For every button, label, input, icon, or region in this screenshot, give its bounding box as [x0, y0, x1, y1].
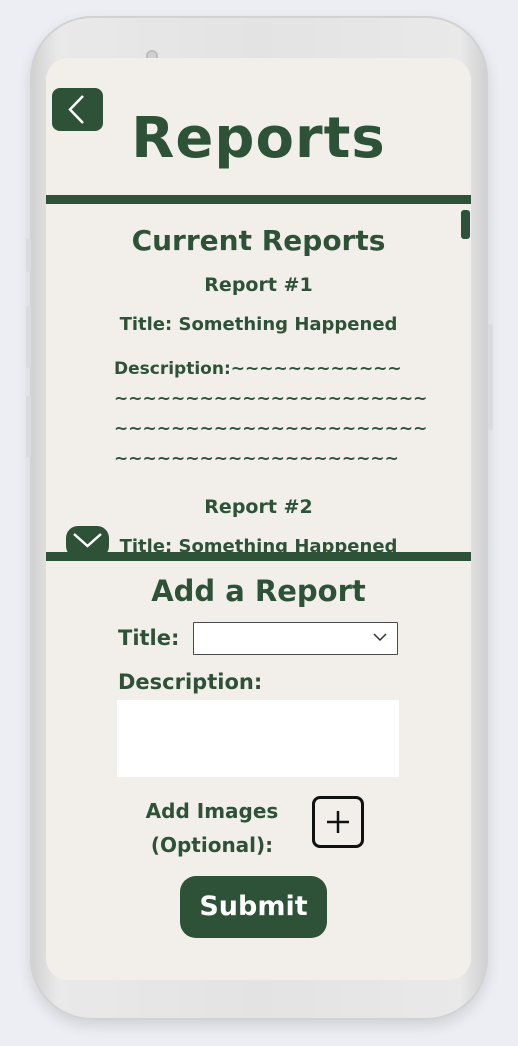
phone-volume-up — [26, 306, 31, 368]
add-image-button[interactable] — [312, 796, 364, 848]
phone-power-button — [488, 324, 493, 430]
description-label: Description: — [118, 670, 263, 694]
add-images-label-line2: (Optional): — [150, 833, 274, 857]
report-number: Report #2 — [204, 496, 313, 518]
report-title: Title: Something Happened — [119, 536, 398, 552]
title-label: Title: — [118, 626, 180, 650]
app-screen: Reports Current Reports Report #1 Title:… — [46, 58, 471, 980]
header-divider — [46, 195, 471, 204]
add-images-label-line1: Add Images — [145, 799, 279, 823]
current-reports-list[interactable]: Current Reports Report #1 Title: Somethi… — [46, 204, 471, 552]
section-divider — [46, 552, 471, 561]
report-description: Description:~~~~~~~~~~~~ ~~~~~~~~~~~~~~~… — [114, 359, 428, 469]
current-reports-heading: Current Reports — [131, 224, 386, 257]
page-title: Reports — [131, 106, 386, 171]
description-input[interactable] — [117, 700, 399, 777]
phone-volume-down — [26, 396, 31, 458]
reports-scrollbar[interactable] — [461, 210, 470, 239]
report-title: Title: Something Happened — [119, 314, 398, 335]
title-select[interactable] — [193, 622, 398, 655]
add-images-label: Add Images (Optional): — [142, 794, 282, 862]
phone-side-button — [26, 238, 31, 272]
add-report-heading: Add a Report — [151, 574, 366, 608]
report-number: Report #1 — [204, 274, 313, 296]
plus-icon — [327, 811, 349, 833]
submit-button[interactable]: Submit — [180, 876, 327, 938]
chevron-down-icon — [373, 633, 387, 642]
